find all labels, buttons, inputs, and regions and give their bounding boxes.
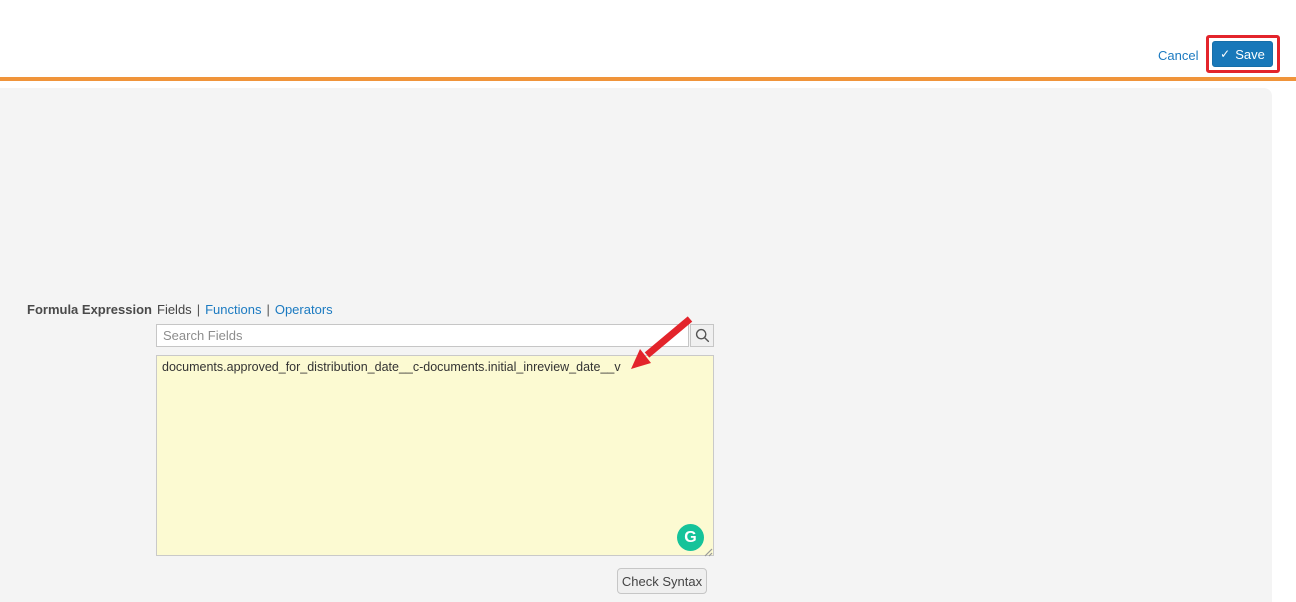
tab-separator: | [197, 302, 200, 317]
tab-operators[interactable]: Operators [275, 302, 333, 317]
header-bar: Cancel ✓ Save [0, 0, 1296, 77]
formula-expression-label: Formula Expression [27, 302, 152, 317]
field-type-tabs: Fields | Functions | Operators [157, 302, 333, 317]
save-button[interactable]: ✓ Save [1212, 41, 1273, 67]
tab-separator: | [266, 302, 269, 317]
search-button[interactable] [690, 324, 714, 347]
check-syntax-button[interactable]: Check Syntax [617, 568, 707, 594]
search-icon [695, 328, 710, 343]
accent-divider [0, 77, 1296, 81]
tab-fields[interactable]: Fields [157, 302, 192, 317]
tab-functions[interactable]: Functions [205, 302, 261, 317]
cancel-link[interactable]: Cancel [1158, 48, 1198, 63]
formula-expression-textarea[interactable]: documents.approved_for_distribution_date… [156, 355, 714, 556]
page: Cancel ✓ Save Formula Expression Fields … [0, 0, 1296, 602]
check-icon: ✓ [1220, 48, 1230, 60]
save-button-label: Save [1235, 47, 1265, 62]
resize-handle-icon[interactable] [702, 544, 713, 555]
search-fields-input[interactable] [156, 324, 689, 347]
grammarly-icon[interactable]: G [677, 524, 704, 551]
